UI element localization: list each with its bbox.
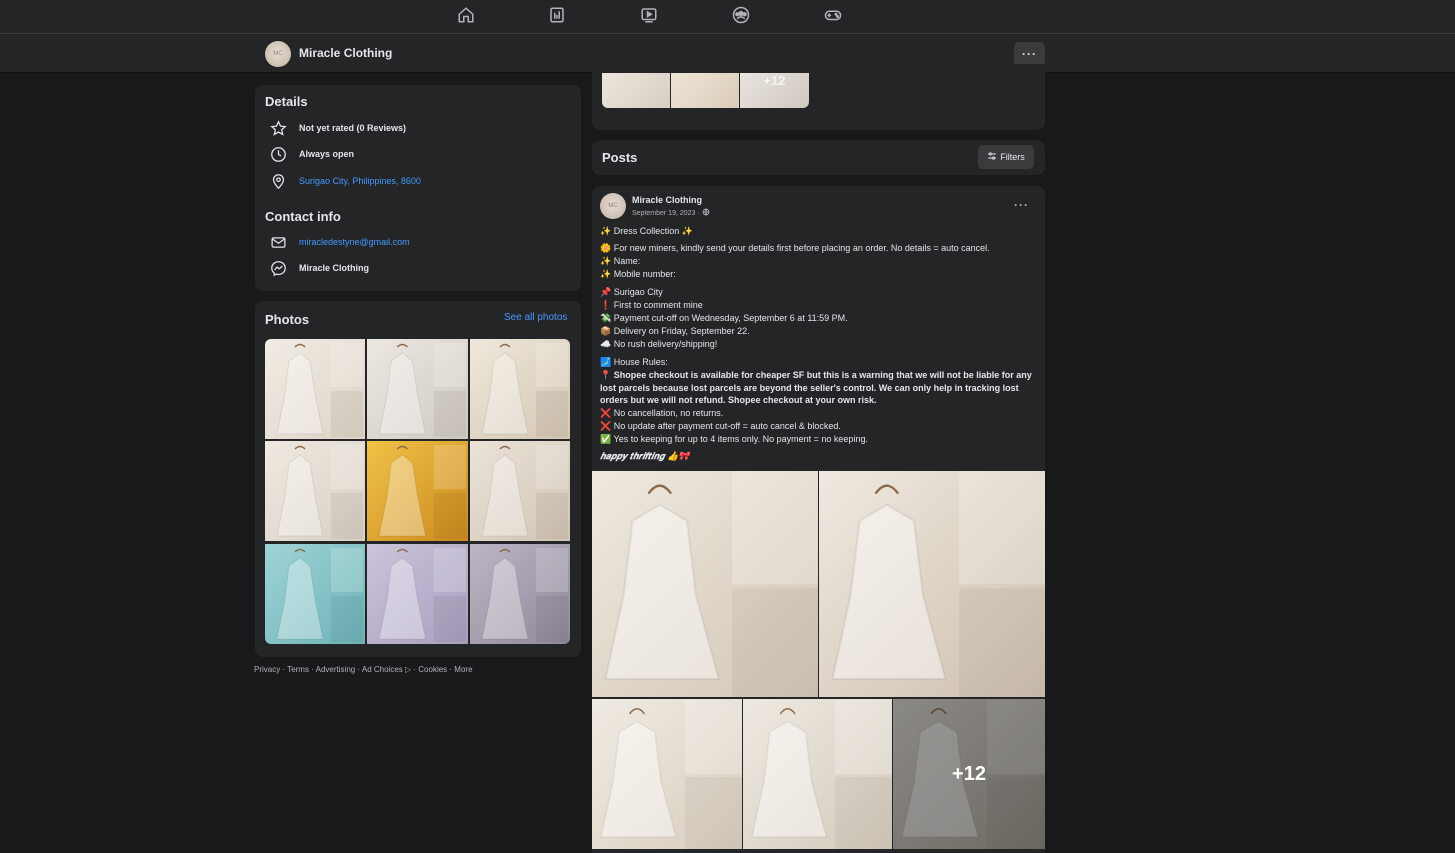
location-row: Surigao City, Philippines, 8600 — [268, 171, 421, 191]
post-text-line: 📌 Surigao City — [600, 287, 663, 297]
filters-icon — [987, 151, 997, 163]
photo-thumbnail[interactable] — [265, 339, 365, 439]
photo-thumbnail[interactable] — [367, 544, 468, 644]
photo-thumbnail[interactable] — [470, 544, 570, 644]
email-row: miracledestyne@gmail.com — [268, 232, 410, 252]
intro-photo-1[interactable] — [602, 73, 670, 108]
dress-silhouette — [378, 548, 466, 642]
rating-row: Not yet rated (0 Reviews) — [268, 118, 406, 138]
photo-thumbnail[interactable] — [470, 339, 570, 439]
post-text-line: 🗾 House Rules: — [600, 357, 668, 367]
hours-text: Always open — [299, 149, 355, 159]
hours-row: Always open — [268, 144, 354, 164]
post-image[interactable] — [592, 699, 742, 849]
photo-thumbnail[interactable] — [265, 544, 365, 644]
details-title: Details — [265, 94, 308, 109]
footer-links[interactable]: Privacy · Terms · Advertising · Ad Choic… — [254, 665, 473, 674]
post-image[interactable] — [819, 471, 1045, 697]
post-text-line: ✅ Yes to keeping for up to 4 items only.… — [600, 434, 868, 444]
post-text-line: orders but we will not refund. Shopee ch… — [600, 395, 877, 405]
filters-label: Filters — [1000, 152, 1025, 162]
posts-title: Posts — [602, 150, 638, 165]
post-text-line: ✨ Name: — [600, 256, 641, 266]
photo-thumbnail[interactable] — [367, 339, 468, 439]
dress-silhouette — [831, 471, 1045, 697]
globe-icon — [702, 208, 710, 218]
video-icon[interactable] — [632, 4, 666, 26]
pages-icon[interactable] — [540, 4, 574, 26]
intro-photo-3[interactable]: +12 — [740, 73, 809, 108]
post-text-line: 📦 Delivery on Friday, September 22. — [600, 326, 750, 336]
groups-icon[interactable] — [724, 4, 758, 26]
intro-more-count: +12 — [763, 73, 786, 88]
post-image[interactable] — [592, 471, 818, 697]
intro-photo-2[interactable] — [671, 73, 739, 108]
messenger-row: Miracle Clothing — [268, 258, 369, 278]
post-text-line: 💸 Payment cut-off on Wednesday, Septembe… — [600, 313, 848, 323]
email-link[interactable]: miracledestyne@gmail.com — [299, 237, 410, 247]
dress-silhouette — [378, 343, 466, 437]
page-avatar[interactable]: MC — [265, 41, 291, 67]
post-text-line: ✨ Dress Collection ✨ — [600, 226, 693, 236]
dress-silhouette — [481, 343, 568, 437]
post-author-avatar[interactable]: MC — [600, 193, 626, 219]
top-navigation — [0, 0, 1455, 33]
dress-silhouette — [276, 548, 363, 642]
rating-text: Not yet rated (0 Reviews) — [299, 123, 407, 133]
post-text-line: ✨ Mobile number: — [600, 269, 676, 279]
photo-thumbnail[interactable] — [367, 441, 468, 541]
post-text-line: ☁️ No rush delivery/shipping! — [600, 339, 718, 349]
post-text-line: 📍 Shopee checkout is available for cheap… — [600, 370, 1032, 380]
messenger-icon — [268, 258, 288, 278]
dress-silhouette — [481, 548, 568, 642]
location-pin-icon — [268, 171, 288, 191]
home-icon[interactable] — [449, 4, 483, 26]
mail-icon — [268, 232, 288, 252]
clock-icon — [268, 144, 288, 164]
filters-button[interactable]: Filters — [978, 145, 1034, 169]
contact-title: Contact info — [265, 209, 341, 224]
dress-silhouette — [276, 445, 363, 539]
photos-title: Photos — [265, 312, 310, 327]
dress-silhouette — [604, 471, 818, 697]
dress-silhouette — [751, 699, 892, 849]
messenger-text[interactable]: Miracle Clothing — [299, 263, 369, 273]
page-name[interactable]: Miracle Clothing — [299, 46, 392, 60]
post-image[interactable]: +12 — [893, 699, 1045, 849]
star-icon — [268, 118, 288, 138]
gaming-icon[interactable] — [816, 4, 850, 26]
details-card — [255, 85, 581, 291]
more-photos-count[interactable]: +12 — [893, 699, 1045, 849]
dress-silhouette — [481, 445, 568, 539]
post-text-line: ❗ First to comment mine — [600, 300, 703, 310]
post-author-name[interactable]: Miracle Clothing — [632, 195, 702, 205]
post-date[interactable]: September 19, 2023 · — [632, 210, 700, 217]
dress-silhouette — [378, 445, 466, 539]
post-image[interactable] — [743, 699, 892, 849]
dress-silhouette — [600, 699, 742, 849]
photo-thumbnail[interactable] — [470, 441, 570, 541]
post-text-line: ❌ No update after payment cut-off = auto… — [600, 421, 841, 431]
more-options-button[interactable]: ··· — [1014, 42, 1045, 66]
post-more-button[interactable]: ··· — [1014, 198, 1029, 212]
see-all-photos-link[interactable]: See all photos — [504, 312, 567, 323]
location-link[interactable]: Surigao City, Philippines, 8600 — [299, 176, 421, 186]
post-text-line: 🌼 For new miners, kindly send your detai… — [600, 243, 990, 253]
post-text-line: ❌ No cancellation, no returns. — [600, 408, 724, 418]
photo-thumbnail[interactable] — [265, 441, 365, 541]
dress-silhouette — [276, 343, 363, 437]
post-text-line: lost parcels because lost parcels are be… — [600, 383, 1019, 393]
post-meta: September 19, 2023 · — [632, 208, 710, 218]
post-text-line: 𝒉𝒂𝒑𝒑𝒚 𝒕𝒉𝒓𝒊𝒇𝒕𝒊𝒏𝒈 👍🎀 — [600, 451, 690, 461]
